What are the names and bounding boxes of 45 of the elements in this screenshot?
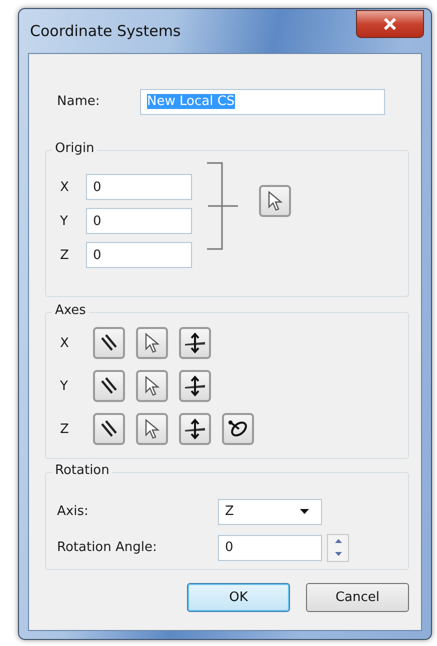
coordinate-label: Z xyxy=(60,248,70,262)
angle-field[interactable]: 0 xyxy=(218,534,322,560)
coordinate-field[interactable]: 0 xyxy=(86,208,192,234)
cursor-icon xyxy=(143,375,161,397)
pick-tool-button[interactable] xyxy=(136,413,168,445)
parallel-tool-button[interactable] xyxy=(93,370,125,402)
normal-tool-button[interactable] xyxy=(179,370,211,402)
cursor-icon xyxy=(266,190,284,212)
parallel-lines-icon xyxy=(99,333,119,353)
field-label: Rotation Angle: xyxy=(57,540,158,555)
coordinate-label: X xyxy=(60,180,70,194)
close-icon xyxy=(383,18,397,30)
axis-label: Y xyxy=(60,378,69,394)
parallel-tool-button[interactable] xyxy=(93,413,125,445)
field-label: Name: xyxy=(57,94,101,109)
plane-normal-icon xyxy=(184,418,206,440)
axis-label: X xyxy=(60,336,70,350)
up-arrow-icon xyxy=(334,539,342,543)
window-title: Coordinate Systems xyxy=(30,22,181,40)
plane-normal-icon xyxy=(184,332,206,354)
cursor-icon xyxy=(143,418,161,440)
parallel-tool-button[interactable] xyxy=(93,327,125,359)
field-label: Axis: xyxy=(57,504,90,519)
cursor-icon xyxy=(143,332,161,354)
dialog-button[interactable]: OK xyxy=(187,583,290,612)
orbit-tool-button[interactable] xyxy=(222,413,254,445)
axis-label: Z xyxy=(60,422,70,436)
group-title: Origin xyxy=(52,141,98,156)
pick-tool-button[interactable] xyxy=(136,370,168,402)
parallel-lines-icon xyxy=(99,376,119,396)
normal-tool-button[interactable] xyxy=(179,327,211,359)
dialog-button[interactable]: Cancel xyxy=(306,583,409,612)
down-arrow-icon xyxy=(334,552,342,556)
plane-normal-icon xyxy=(184,375,206,397)
close-button[interactable] xyxy=(356,10,424,38)
pick-tool-button[interactable] xyxy=(259,185,291,217)
normal-tool-button[interactable] xyxy=(179,413,211,445)
pick-tool-button[interactable] xyxy=(136,327,168,359)
dropdown-arrow-icon xyxy=(300,509,309,514)
coordinate-field[interactable]: 0 xyxy=(86,242,192,268)
coordinate-label: Y xyxy=(60,214,69,228)
coordinate-field[interactable]: 0 xyxy=(86,174,192,200)
parallel-lines-icon xyxy=(99,419,119,439)
spinner-control[interactable] xyxy=(327,534,349,562)
axis-dropdown[interactable]: Z xyxy=(218,498,322,524)
